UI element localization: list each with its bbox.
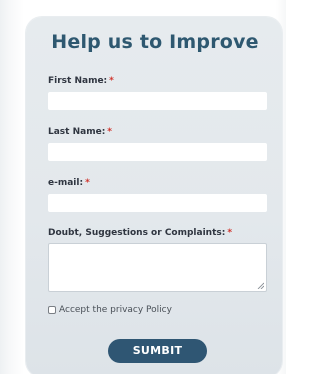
last-name-input[interactable] xyxy=(48,143,267,161)
privacy-policy-label[interactable]: Accept the privacy Policy xyxy=(59,305,172,315)
required-marker: * xyxy=(227,228,233,238)
required-marker: * xyxy=(109,76,114,86)
email-input[interactable] xyxy=(48,194,267,212)
last-name-label: Last Name: * xyxy=(48,127,112,137)
message-textarea[interactable] xyxy=(48,243,267,292)
email-label: e-mail: * xyxy=(48,178,90,188)
first-name-input[interactable] xyxy=(48,92,267,110)
required-marker: * xyxy=(85,178,90,188)
message-label: Doubt, Suggestions or Complaints: * xyxy=(48,228,232,238)
page-background: Help us to Improve First Name: * Last Nam… xyxy=(0,0,286,374)
email-label-text: e-mail: xyxy=(48,178,84,188)
first-name-label: First Name: * xyxy=(48,76,114,86)
first-name-label-text: First Name: xyxy=(48,76,108,86)
form-title: Help us to Improve xyxy=(51,31,259,53)
last-name-label-text: Last Name: xyxy=(48,127,106,137)
resize-handle-icon[interactable] xyxy=(257,282,264,289)
privacy-checkbox[interactable] xyxy=(48,306,56,314)
message-label-text: Doubt, Suggestions or Complaints: xyxy=(48,228,226,238)
required-marker: * xyxy=(107,127,113,137)
submit-button[interactable]: SUMBIT xyxy=(108,339,207,363)
